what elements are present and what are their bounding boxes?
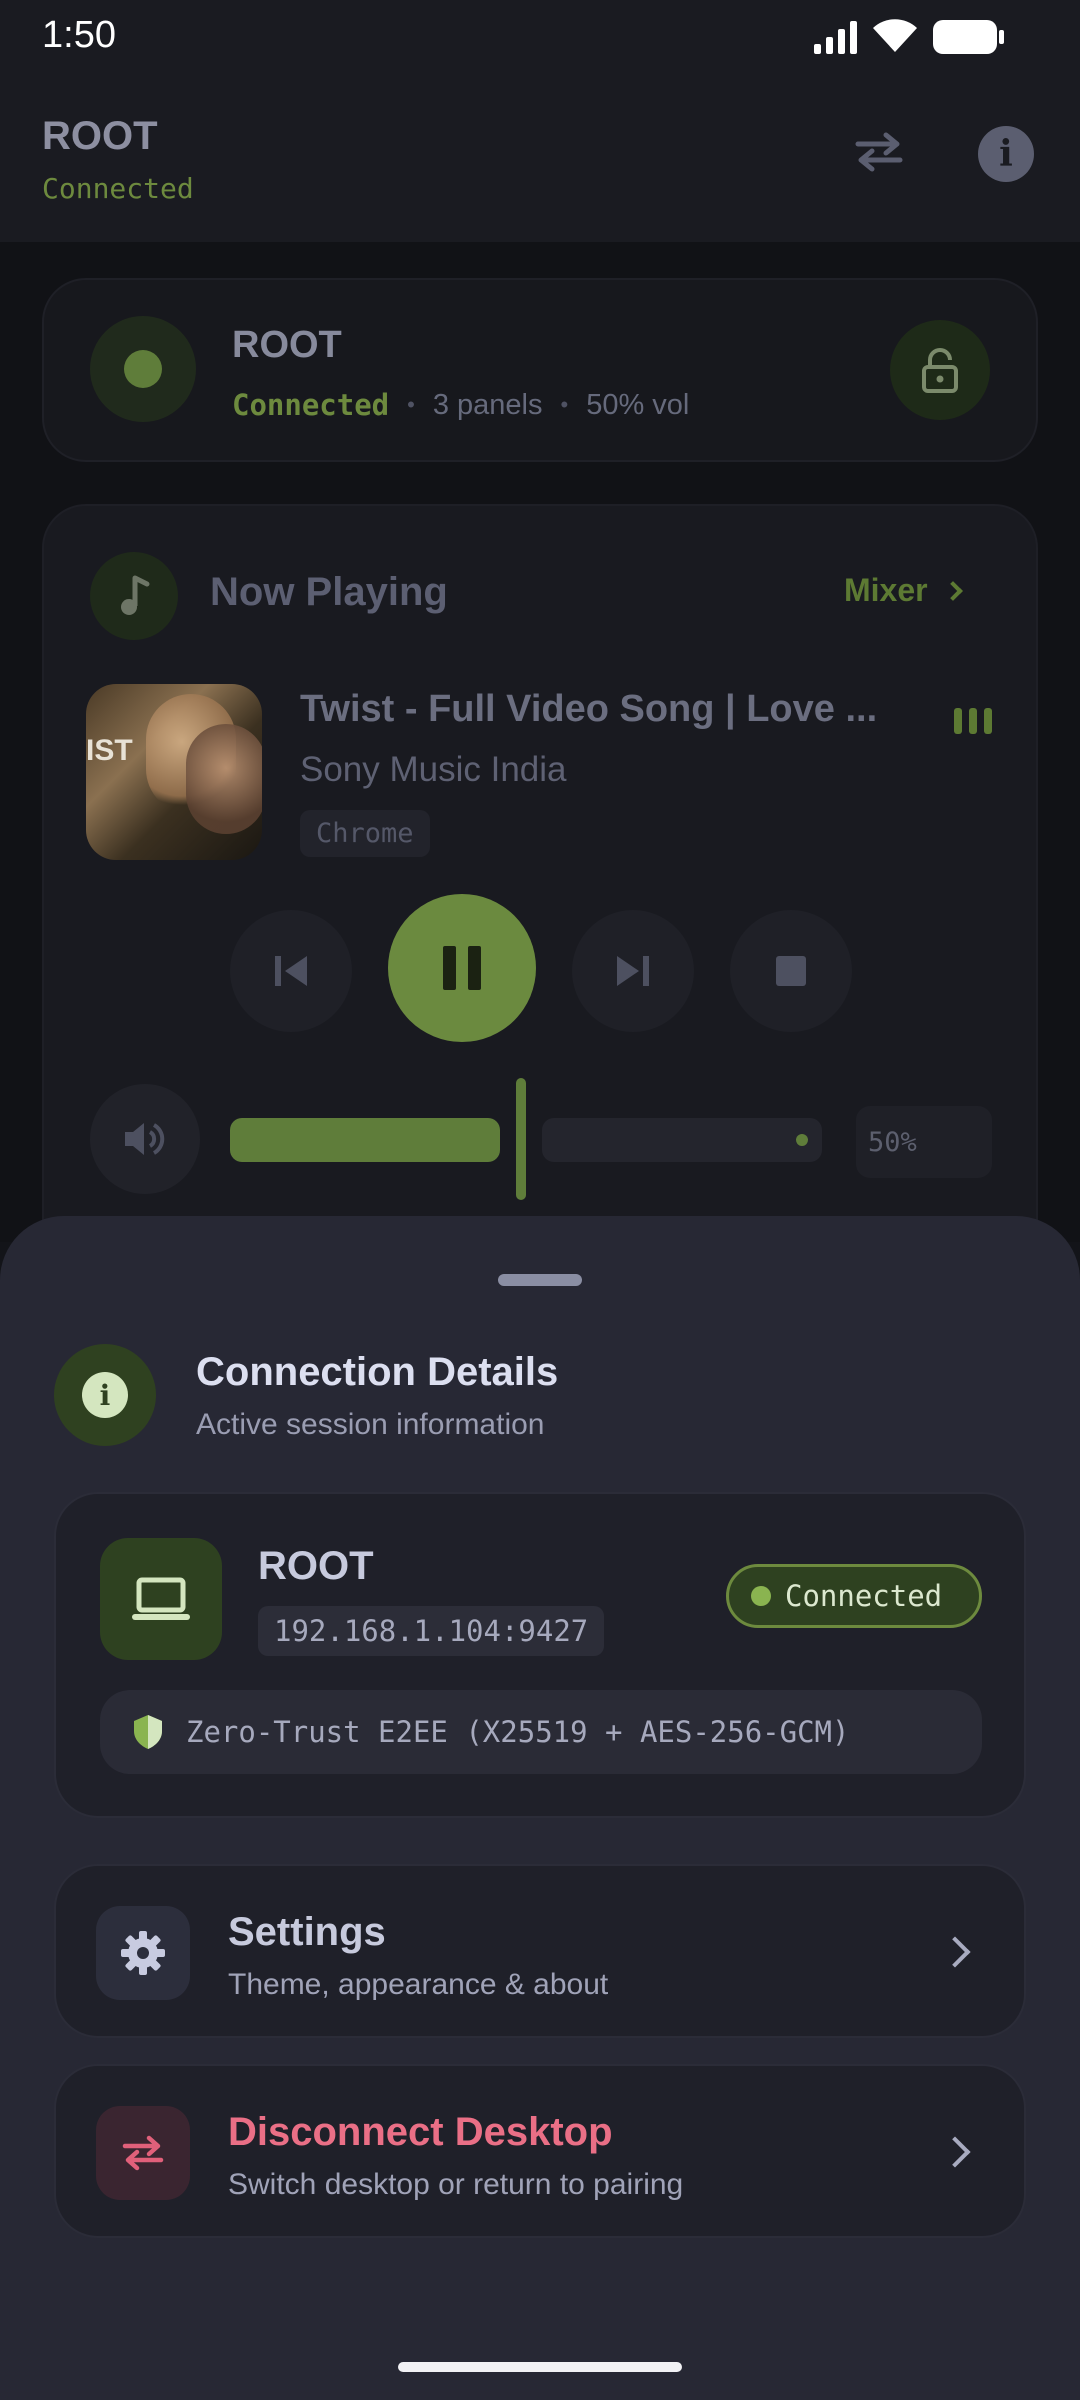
- volume-slider[interactable]: [230, 1078, 822, 1200]
- track-artist: Sony Music India: [300, 750, 567, 789]
- separator: •: [560, 392, 569, 417]
- sheet-title: Connection Details: [196, 1350, 559, 1394]
- battery-icon: [933, 20, 1004, 54]
- swap-icon: [96, 2106, 190, 2200]
- wifi-icon: [873, 19, 917, 52]
- connected-badge: Connected: [726, 1564, 982, 1628]
- lock-icon[interactable]: [890, 320, 990, 420]
- skip-previous-icon[interactable]: [230, 910, 352, 1032]
- settings-subtitle: Theme, appearance & about: [228, 1968, 609, 2001]
- connected-badge-label: Connected: [785, 1579, 943, 1613]
- info-icon[interactable]: i: [978, 126, 1034, 182]
- mixer-link[interactable]: Mixer: [844, 572, 963, 609]
- gear-icon: [96, 1906, 190, 2000]
- device-volume: 50% vol: [586, 388, 690, 421]
- pause-icon[interactable]: [388, 894, 536, 1042]
- device-card[interactable]: ROOT Connected • 3 panels • 50% vol: [42, 278, 1038, 462]
- volume-slider-thumb[interactable]: [516, 1078, 526, 1200]
- music-note-icon: [90, 552, 178, 640]
- security-label: Zero-Trust E2EE (X25519 + AES-256-GCM): [186, 1715, 850, 1749]
- sheet-drag-handle[interactable]: [498, 1274, 582, 1286]
- laptop-icon: [100, 1538, 222, 1660]
- volume-icon[interactable]: [90, 1084, 200, 1194]
- device-panels: 3 panels: [432, 388, 543, 421]
- separator: •: [407, 392, 415, 417]
- volume-slider-track: [542, 1118, 822, 1162]
- volume-slider-fill: [230, 1118, 500, 1162]
- device-status: Connected: [232, 388, 390, 422]
- status-bar: 1:50: [0, 0, 1080, 72]
- now-playing-card: Now Playing Mixer IST Twist - Full Video…: [42, 504, 1038, 1264]
- disconnect-title: Disconnect Desktop: [228, 2110, 613, 2154]
- host-card: ROOT 192.168.1.104:9427 Connected Zero-T…: [54, 1492, 1026, 1818]
- chevron-right-icon: [939, 2136, 971, 2168]
- disconnect-subtitle: Switch desktop or return to pairing: [228, 2168, 684, 2201]
- album-art-text: IST: [86, 734, 133, 767]
- home-indicator[interactable]: [398, 2362, 682, 2372]
- host-address: 192.168.1.104:9427: [258, 1606, 605, 1656]
- security-row: Zero-Trust E2EE (X25519 + AES-256-GCM): [100, 1690, 982, 1774]
- disconnect-desktop-row[interactable]: Disconnect Desktop Switch desktop or ret…: [54, 2064, 1026, 2238]
- equalizer-icon: [954, 708, 992, 734]
- sheet-subtitle: Active session information: [196, 1408, 545, 1441]
- info-icon: i: [54, 1344, 156, 1446]
- status-dot-icon: [751, 1586, 771, 1606]
- album-art: IST: [86, 684, 262, 860]
- status-time: 1:50: [42, 14, 116, 56]
- track-title: Twist - Full Video Song | Love ...: [300, 688, 878, 730]
- shield-icon: [134, 1715, 162, 1749]
- cellular-signal-icon: [814, 21, 857, 54]
- mixer-label: Mixer: [844, 572, 928, 608]
- source-chip: Chrome: [300, 810, 430, 857]
- settings-title: Settings: [228, 1910, 386, 1954]
- device-meta: Connected • 3 panels • 50% vol: [232, 388, 689, 422]
- chevron-right-icon: [942, 580, 963, 601]
- settings-row[interactable]: Settings Theme, appearance & about: [54, 1864, 1026, 2038]
- stop-icon[interactable]: [730, 910, 852, 1032]
- skip-next-icon[interactable]: [572, 910, 694, 1032]
- volume-percent: 50%: [856, 1106, 992, 1178]
- device-name: ROOT: [232, 324, 342, 366]
- app-title: ROOT: [42, 114, 158, 158]
- host-name: ROOT: [258, 1544, 374, 1588]
- app-connection-status: Connected: [42, 172, 194, 205]
- chevron-right-icon: [939, 1936, 971, 1968]
- now-playing-heading: Now Playing: [210, 570, 448, 614]
- swap-icon[interactable]: [852, 132, 906, 172]
- status-dot-icon: [90, 316, 196, 422]
- app-bar: ROOT Connected i: [0, 72, 1080, 242]
- volume-slider-end-dot: [796, 1134, 808, 1146]
